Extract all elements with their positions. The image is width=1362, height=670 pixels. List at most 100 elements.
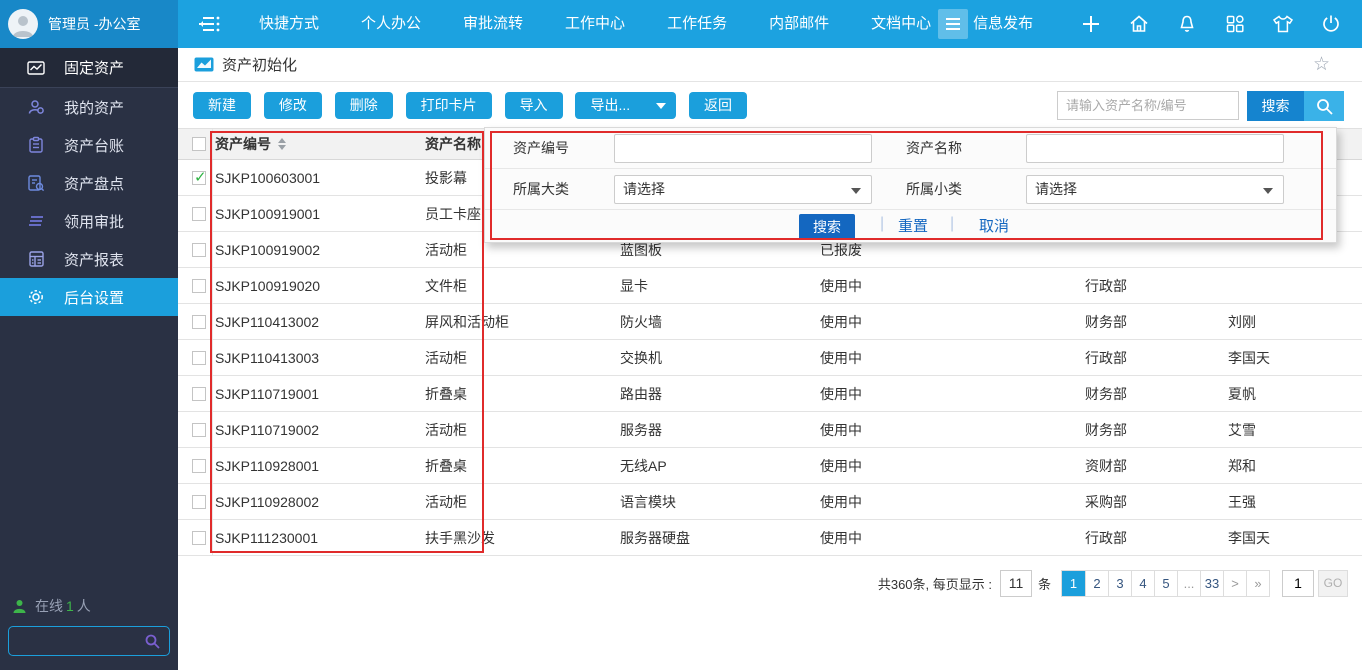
select-all-checkbox[interactable] — [192, 137, 206, 151]
nav-item-approval-flow[interactable]: 审批流转 — [442, 0, 544, 48]
page-button-5[interactable]: 5 — [1154, 571, 1177, 596]
goto-page-input[interactable] — [1282, 570, 1314, 597]
table-row[interactable]: SJKP110719002 活动柜 服务器 使用中 财务部 艾雪 — [178, 412, 1362, 448]
plus-icon[interactable] — [1078, 11, 1104, 37]
sidebar-item-fixed-assets[interactable]: 固定资产 — [0, 48, 178, 88]
row-checkbox[interactable] — [192, 459, 206, 473]
nav-item-shortcuts[interactable]: 快捷方式 — [238, 0, 340, 48]
asset-user: 李国天 — [1228, 520, 1270, 555]
magnifier-button[interactable] — [1304, 91, 1344, 121]
go-button[interactable]: GO — [1318, 570, 1348, 597]
avatar[interactable] — [8, 9, 38, 39]
page-button-1[interactable]: 1 — [1062, 571, 1085, 596]
table-row[interactable]: SJKP110928002 活动柜 语言模块 使用中 采购部 王强 — [178, 484, 1362, 520]
next-page-button[interactable]: > — [1223, 571, 1246, 596]
row-checkbox-checked[interactable] — [192, 171, 206, 185]
asset-name: 员工卡座 — [425, 196, 481, 231]
asset-item: 服务器 — [620, 412, 662, 447]
import-button[interactable]: 导入 — [505, 92, 563, 119]
sidebar-item-requisition-approval[interactable]: 领用审批 — [0, 202, 178, 240]
separator: | — [880, 215, 884, 233]
table-row[interactable]: SJKP100919020 文件柜 显卡 使用中 行政部 — [178, 268, 1362, 304]
bell-icon[interactable] — [1174, 11, 1200, 37]
page-button-33[interactable]: 33 — [1200, 571, 1223, 596]
sidebar-item-my-assets[interactable]: 我的资产 — [0, 88, 178, 126]
apps-grid-icon[interactable] — [1222, 11, 1248, 37]
row-checkbox[interactable] — [192, 531, 206, 545]
quick-search-input[interactable] — [1057, 91, 1239, 120]
asset-status: 使用中 — [820, 304, 862, 339]
asset-item: 防火墙 — [620, 304, 662, 339]
page-title: 资产初始化 — [222, 54, 297, 75]
nav-item-work-center[interactable]: 工作中心 — [544, 0, 646, 48]
row-checkbox[interactable] — [192, 495, 206, 509]
table-row[interactable]: SJKP110928001 折叠桌 无线AP 使用中 资财部 郑和 — [178, 448, 1362, 484]
home-icon[interactable] — [1126, 11, 1152, 37]
asset-code: SJKP110928001 — [215, 448, 319, 483]
table-row[interactable]: SJKP110719001 折叠桌 路由器 使用中 财务部 夏帆 — [178, 376, 1362, 412]
row-checkbox[interactable] — [192, 207, 206, 221]
panel-cancel-button[interactable]: 取消 — [979, 215, 1009, 236]
table-row[interactable]: SJKP110413002 屏风和活动柜 防火墙 使用中 财务部 刘刚 — [178, 304, 1362, 340]
more-menu-button[interactable] — [938, 9, 968, 39]
table-row[interactable]: SJKP110413003 活动柜 交换机 使用中 行政部 李国天 — [178, 340, 1362, 376]
sidebar-item-asset-reports[interactable]: 资产报表 — [0, 240, 178, 278]
major-category-select[interactable]: 请选择 — [614, 175, 872, 204]
pagination: 共360条, 每页显示 : 条 1 2 3 4 5 ... 33 > » GO — [878, 568, 1348, 598]
page-button-4[interactable]: 4 — [1131, 571, 1154, 596]
tshirt-icon[interactable] — [1270, 11, 1296, 37]
sidebar-item-label: 我的资产 — [64, 97, 124, 118]
menu-collapse-icon[interactable] — [196, 12, 222, 36]
row-checkbox[interactable] — [192, 351, 206, 365]
hamburger-icon — [944, 17, 962, 31]
page-title-chart-icon — [194, 56, 214, 73]
asset-code: SJKP100919002 — [215, 232, 320, 267]
sort-icon[interactable] — [278, 138, 286, 150]
panel-reset-button[interactable]: 重置 — [898, 215, 928, 236]
row-checkbox[interactable] — [192, 243, 206, 257]
asset-name: 投影幕 — [425, 160, 467, 195]
nav-item-internal-mail[interactable]: 内部邮件 — [748, 0, 850, 48]
favorite-star-icon[interactable]: ☆ — [1313, 53, 1330, 76]
chevron-down-icon — [1263, 188, 1273, 194]
panel-search-button[interactable]: 搜索 — [799, 214, 855, 240]
asset-dept: 财务部 — [1085, 412, 1127, 447]
delete-button[interactable]: 删除 — [335, 92, 393, 119]
asset-status: 使用中 — [820, 376, 862, 411]
nav-item-work-tasks[interactable]: 工作任务 — [646, 0, 748, 48]
quick-search-button[interactable]: 搜索 — [1247, 91, 1304, 121]
app-window: 管理员 -办公室 快捷方式 个人办公 审批流转 工作中心 工作任务 内部邮件 文… — [0, 0, 1362, 670]
row-checkbox[interactable] — [192, 315, 206, 329]
sidebar-item-backend-settings[interactable]: 后台设置 — [0, 278, 178, 316]
edit-button[interactable]: 修改 — [264, 92, 322, 119]
row-checkbox[interactable] — [192, 387, 206, 401]
table-row[interactable]: SJKP111230001 扶手黑沙发 服务器硬盘 使用中 行政部 李国天 — [178, 520, 1362, 556]
asset-code-input[interactable] — [614, 134, 872, 163]
sidebar-search-icon[interactable] — [144, 633, 161, 650]
last-page-button[interactable]: » — [1246, 571, 1269, 596]
sidebar-item-asset-ledger[interactable]: 资产台账 — [0, 126, 178, 164]
asset-code: SJKP100603001 — [215, 160, 320, 195]
row-checkbox[interactable] — [192, 423, 206, 437]
sidebar-search-input[interactable] — [15, 629, 145, 653]
row-checkbox[interactable] — [192, 279, 206, 293]
current-user-label: 管理员 -办公室 — [48, 14, 141, 34]
user-area[interactable]: 管理员 -办公室 — [0, 0, 178, 48]
nav-item-personal-office[interactable]: 个人办公 — [340, 0, 442, 48]
top-navigation: 快捷方式 个人办公 审批流转 工作中心 工作任务 内部邮件 文档中心 信息发布 — [238, 0, 1054, 48]
new-button[interactable]: 新建 — [193, 92, 251, 119]
back-button[interactable]: 返回 — [689, 92, 747, 119]
nav-item-document-center[interactable]: 文档中心 — [850, 0, 952, 48]
sidebar-item-asset-inventory[interactable]: 资产盘点 — [0, 164, 178, 202]
print-card-button[interactable]: 打印卡片 — [406, 92, 492, 119]
page-button-3[interactable]: 3 — [1108, 571, 1131, 596]
header-asset-code[interactable]: 资产编号 — [215, 129, 286, 159]
per-page-input[interactable] — [1000, 570, 1032, 597]
sidebar-item-label: 资产盘点 — [64, 173, 124, 194]
export-dropdown-button[interactable]: 导出... — [575, 92, 676, 119]
minor-category-select[interactable]: 请选择 — [1026, 175, 1284, 204]
asset-name-input[interactable] — [1026, 134, 1284, 163]
page-button-2[interactable]: 2 — [1085, 571, 1108, 596]
page-header: 资产初始化 ☆ — [178, 48, 1362, 82]
power-icon[interactable] — [1318, 11, 1344, 37]
